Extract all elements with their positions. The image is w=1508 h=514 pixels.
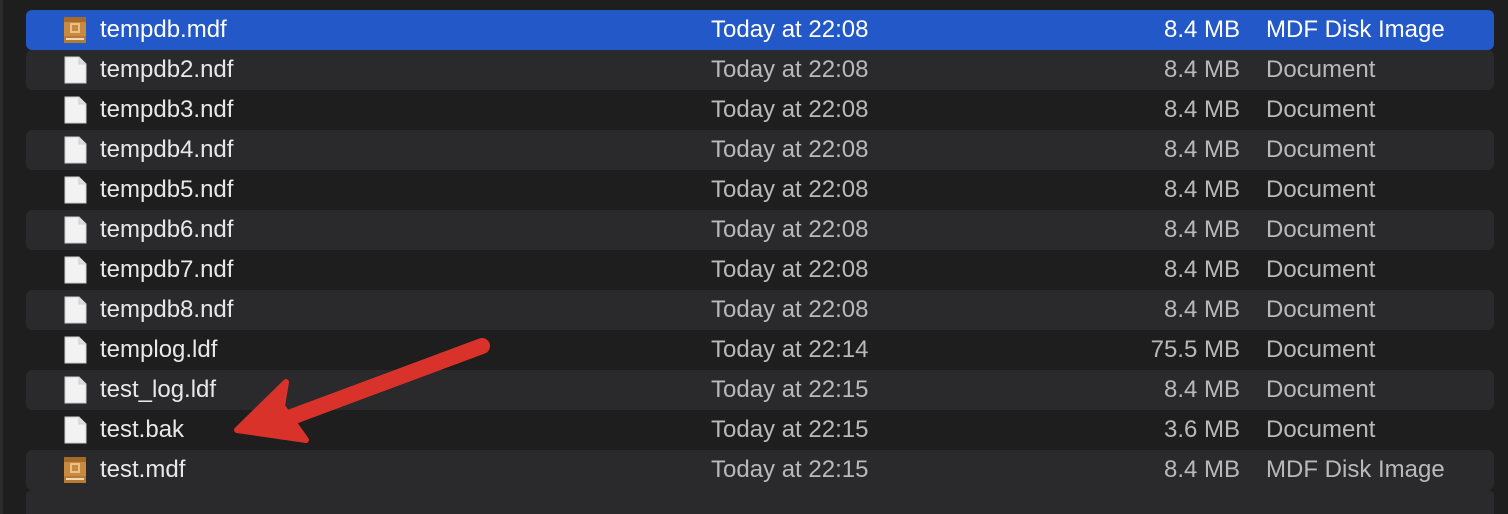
- file-row[interactable]: tempdb4.ndf Today at 22:08 8.4 MB Document: [26, 130, 1494, 170]
- finder-window: tempdb.mdf Today at 22:08 8.4 MB MDF Disk I…: [0, 0, 1508, 514]
- file-date-modified: Today at 22:14: [711, 336, 869, 363]
- file-size: 8.4 MB: [1163, 376, 1240, 403]
- file-date-modified: Today at 22:08: [711, 136, 869, 163]
- file-size: 8.4 MB: [1163, 176, 1240, 203]
- file-size: 8.4 MB: [1163, 16, 1240, 43]
- file-date-modified: Today at 22:15: [711, 456, 869, 483]
- file-name: tempdb4.ndf: [100, 136, 234, 163]
- file-row[interactable]: test_log.ldf Today at 22:15 8.4 MB Document: [26, 370, 1494, 410]
- file-list[interactable]: tempdb.mdf Today at 22:08 8.4 MB MDF Disk I…: [26, 0, 1494, 514]
- file-kind: MDF Disk Image: [1266, 16, 1445, 43]
- file-name: tempdb2.ndf: [100, 56, 234, 83]
- file-name: test.bak: [100, 416, 185, 443]
- document-icon: [63, 336, 87, 364]
- file-name: tempdb6.ndf: [100, 216, 234, 243]
- file-name: templog.ldf: [100, 336, 218, 363]
- file-name: tempdb3.ndf: [100, 96, 234, 123]
- file-row[interactable]: test.bak Today at 22:15 3.6 MB Document: [26, 410, 1494, 450]
- empty-row: [26, 490, 1494, 514]
- file-kind: MDF Disk Image: [1266, 456, 1445, 483]
- document-icon: [63, 96, 87, 124]
- file-kind: Document: [1266, 296, 1376, 323]
- file-date-modified: Today at 22:08: [711, 216, 869, 243]
- file-name: test.mdf: [100, 456, 186, 483]
- file-name: tempdb7.ndf: [100, 256, 234, 283]
- partial-row[interactable]: [26, 0, 1494, 10]
- file-kind: Document: [1266, 176, 1376, 203]
- document-icon: [63, 176, 87, 204]
- file-row[interactable]: tempdb3.ndf Today at 22:08 8.4 MB Document: [26, 90, 1494, 130]
- file-row[interactable]: test.mdf Today at 22:15 8.4 MB MDF Disk Ima…: [26, 450, 1494, 490]
- file-date-modified: Today at 22:15: [711, 416, 869, 443]
- file-name: test_log.ldf: [100, 376, 217, 403]
- file-row[interactable]: tempdb8.ndf Today at 22:08 8.4 MB Document: [26, 290, 1494, 330]
- file-size: 8.4 MB: [1163, 96, 1240, 123]
- file-row[interactable]: tempdb7.ndf Today at 22:08 8.4 MB Document: [26, 250, 1494, 290]
- file-date-modified: Today at 22:08: [711, 96, 869, 123]
- file-size: 8.4 MB: [1163, 296, 1240, 323]
- document-icon: [63, 136, 87, 164]
- file-row[interactable]: tempdb6.ndf Today at 22:08 8.4 MB Document: [26, 210, 1494, 250]
- file-date-modified: Today at 22:08: [711, 256, 869, 283]
- file-kind: Document: [1266, 136, 1376, 163]
- file-size: 75.5 MB: [1150, 336, 1240, 363]
- file-date-modified: Today at 22:08: [711, 56, 869, 83]
- file-size: 8.4 MB: [1163, 456, 1240, 483]
- file-row[interactable]: templog.ldf Today at 22:14 75.5 MB Document: [26, 330, 1494, 370]
- file-kind: Document: [1266, 336, 1376, 363]
- file-name: tempdb.mdf: [100, 16, 227, 43]
- document-icon: [63, 56, 87, 84]
- file-size: 8.4 MB: [1163, 216, 1240, 243]
- document-icon: [63, 216, 87, 244]
- file-kind: Document: [1266, 216, 1376, 243]
- document-icon: [63, 296, 87, 324]
- file-kind: Document: [1266, 256, 1376, 283]
- archive-icon: [63, 16, 87, 44]
- window-edge: [0, 0, 3, 514]
- file-size: 8.4 MB: [1163, 136, 1240, 163]
- file-row[interactable]: tempdb2.ndf Today at 22:08 8.4 MB Document: [26, 50, 1494, 90]
- file-date-modified: Today at 22:08: [711, 16, 869, 43]
- file-size: 3.6 MB: [1163, 416, 1240, 443]
- file-date-modified: Today at 22:15: [711, 376, 869, 403]
- file-kind: Document: [1266, 416, 1376, 443]
- document-icon: [63, 376, 87, 404]
- file-date-modified: Today at 22:08: [711, 296, 869, 323]
- file-kind: Document: [1266, 96, 1376, 123]
- file-name: tempdb5.ndf: [100, 176, 234, 203]
- document-icon: [63, 256, 87, 284]
- file-name: tempdb8.ndf: [100, 296, 234, 323]
- file-size: 8.4 MB: [1163, 56, 1240, 83]
- archive-icon: [63, 456, 87, 484]
- file-date-modified: Today at 22:08: [711, 176, 869, 203]
- file-kind: Document: [1266, 56, 1376, 83]
- file-row[interactable]: tempdb.mdf Today at 22:08 8.4 MB MDF Disk I…: [26, 10, 1494, 50]
- file-kind: Document: [1266, 376, 1376, 403]
- file-size: 8.4 MB: [1163, 256, 1240, 283]
- file-row[interactable]: tempdb5.ndf Today at 22:08 8.4 MB Document: [26, 170, 1494, 210]
- document-icon: [63, 416, 87, 444]
